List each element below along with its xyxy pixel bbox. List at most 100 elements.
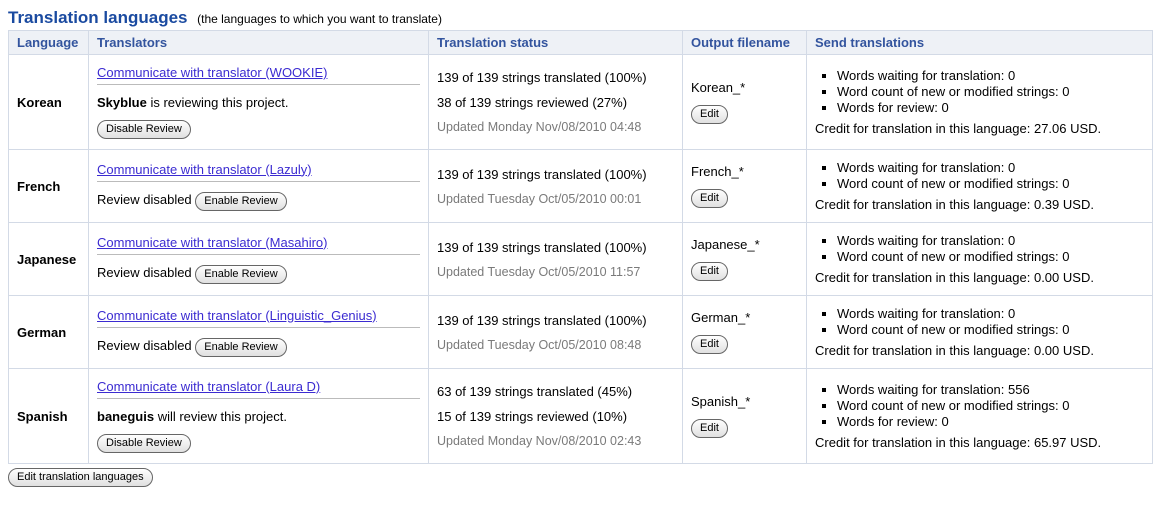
credit-line: Credit for translation in this language:… <box>815 270 1144 285</box>
status-cell: 139 of 139 strings translated (100%) Upda… <box>429 296 683 369</box>
credit-line: Credit for translation in this language:… <box>815 121 1144 136</box>
translators-cell: Communicate with translator (Lazuly) Revi… <box>89 150 429 223</box>
communicate-translator-link[interactable]: Communicate with translator (WOOKIE) <box>97 65 327 80</box>
enable-review-button[interactable]: Enable Review <box>195 192 286 211</box>
credit-line: Credit for translation in this language:… <box>815 435 1144 450</box>
status-line: 63 of 139 strings translated (45%) <box>437 384 674 399</box>
col-status: Translation status <box>429 31 683 55</box>
reviewer-text: baneguis will review this project. <box>97 409 420 424</box>
separator <box>97 327 420 328</box>
words-for-review-item: Words for review: 0 <box>837 100 1144 115</box>
credit-line: Credit for translation in this language:… <box>815 197 1144 212</box>
language-cell: Spanish <box>9 369 89 464</box>
separator <box>97 398 420 399</box>
words-waiting-item: Words waiting for translation: 0 <box>837 160 1144 175</box>
communicate-translator-link[interactable]: Communicate with translator (Masahiro) <box>97 235 327 250</box>
col-output: Output filename <box>683 31 807 55</box>
edit-output-button[interactable]: Edit <box>691 189 728 208</box>
status-line: 139 of 139 strings translated (100%) <box>437 313 674 328</box>
word-count-new-item: Word count of new or modified strings: 0 <box>837 322 1144 337</box>
review-disabled-text: Review disabled <box>97 192 195 207</box>
words-waiting-item: Words waiting for translation: 0 <box>837 68 1144 83</box>
page-subtitle: (the languages to which you want to tran… <box>197 12 442 26</box>
reviewer-suffix: is reviewing this project. <box>147 95 289 110</box>
status-updated: Updated Tuesday Oct/05/2010 08:48 <box>437 338 674 352</box>
status-line: 139 of 139 strings translated (100%) <box>437 70 674 85</box>
table-row: FrenchCommunicate with translator (Lazul… <box>9 150 1153 223</box>
edit-output-button[interactable]: Edit <box>691 419 728 438</box>
review-disabled-text: Review disabled <box>97 265 195 280</box>
communicate-translator-link[interactable]: Communicate with translator (Lazuly) <box>97 162 312 177</box>
status-line: 139 of 139 strings translated (100%) <box>437 167 674 182</box>
words-waiting-item: Words waiting for translation: 556 <box>837 382 1144 397</box>
edit-output-button[interactable]: Edit <box>691 105 728 124</box>
output-filename: Korean_* <box>691 80 798 95</box>
edit-output-button[interactable]: Edit <box>691 335 728 354</box>
output-filename: German_* <box>691 310 798 325</box>
language-cell: Japanese <box>9 223 89 296</box>
communicate-translator-link[interactable]: Communicate with translator (Laura D) <box>97 379 320 394</box>
page-header: Translation languages (the languages to … <box>8 8 1152 28</box>
table-row: KoreanCommunicate with translator (WOOKI… <box>9 55 1153 150</box>
language-cell: Korean <box>9 55 89 150</box>
word-count-new-item: Word count of new or modified strings: 0 <box>837 249 1144 264</box>
word-count-new-item: Word count of new or modified strings: 0 <box>837 84 1144 99</box>
send-list: Words waiting for translation: 0Word cou… <box>815 306 1144 337</box>
translation-languages-table: Language Translators Translation status … <box>8 30 1153 464</box>
words-waiting-item: Words waiting for translation: 0 <box>837 306 1144 321</box>
word-count-new-item: Word count of new or modified strings: 0 <box>837 398 1144 413</box>
separator <box>97 181 420 182</box>
table-row: Spanish Communicate with translator (Laur… <box>9 369 1153 464</box>
reviewer-text: Skyblue is reviewing this project. <box>97 95 420 110</box>
reviewer-name: Skyblue <box>97 95 147 110</box>
communicate-translator-link[interactable]: Communicate with translator (Linguistic_… <box>97 308 377 323</box>
reviewer-name: baneguis <box>97 409 154 424</box>
page-title: Translation languages <box>8 8 188 28</box>
status-line: 139 of 139 strings translated (100%) <box>437 240 674 255</box>
table-row: German Communicate with translator (Lingu… <box>9 296 1153 369</box>
separator <box>97 84 420 85</box>
send-cell: Words waiting for translation: 0Word cou… <box>807 223 1153 296</box>
output-filename: Japanese_* <box>691 237 798 252</box>
output-cell: Japanese_* Edit <box>683 223 807 296</box>
status-cell: 63 of 139 strings translated (45%) 15 of … <box>429 369 683 464</box>
disable-review-button[interactable]: Disable Review <box>97 434 191 453</box>
words-for-review-item: Words for review: 0 <box>837 414 1144 429</box>
send-cell: Words waiting for translation: 0Word cou… <box>807 296 1153 369</box>
language-cell: French <box>9 150 89 223</box>
reviewer-suffix: will review this project. <box>154 409 287 424</box>
translators-cell: Communicate with translator (WOOKIE) Skyb… <box>89 55 429 150</box>
output-cell: Spanish_*Edit <box>683 369 807 464</box>
col-translators: Translators <box>89 31 429 55</box>
separator <box>97 254 420 255</box>
disable-review-button[interactable]: Disable Review <box>97 120 191 139</box>
output-cell: Korean_* Edit <box>683 55 807 150</box>
send-list: Words waiting for translation: 0Word cou… <box>815 68 1144 115</box>
status-cell: 139 of 139 strings translated (100%) Upda… <box>429 150 683 223</box>
language-cell: German <box>9 296 89 369</box>
status-cell: 139 of 139 strings translated (100%) 38 o… <box>429 55 683 150</box>
translators-cell: Communicate with translator (Masahiro) Re… <box>89 223 429 296</box>
send-list: Words waiting for translation: 0Word cou… <box>815 233 1144 264</box>
col-send: Send translations <box>807 31 1153 55</box>
enable-review-button[interactable]: Enable Review <box>195 338 286 357</box>
edit-translation-languages-button[interactable]: Edit translation languages <box>8 468 153 487</box>
translators-cell: Communicate with translator (Linguistic_… <box>89 296 429 369</box>
send-cell: Words waiting for translation: 556Word c… <box>807 369 1153 464</box>
status-updated: Updated Monday Nov/08/2010 02:43 <box>437 434 674 448</box>
output-cell: French_* Edit <box>683 150 807 223</box>
status-line: 38 of 139 strings reviewed (27%) <box>437 95 674 110</box>
table-row: JapaneseCommunicate with translator (Mas… <box>9 223 1153 296</box>
words-waiting-item: Words waiting for translation: 0 <box>837 233 1144 248</box>
status-cell: 139 of 139 strings translated (100%)Upda… <box>429 223 683 296</box>
review-disabled-text: Review disabled <box>97 338 195 353</box>
send-cell: Words waiting for translation: 0Word cou… <box>807 150 1153 223</box>
col-language: Language <box>9 31 89 55</box>
output-cell: German_* Edit <box>683 296 807 369</box>
status-line: 15 of 139 strings reviewed (10%) <box>437 409 674 424</box>
status-updated: Updated Tuesday Oct/05/2010 00:01 <box>437 192 674 206</box>
enable-review-button[interactable]: Enable Review <box>195 265 286 284</box>
output-filename: French_* <box>691 164 798 179</box>
status-updated: Updated Monday Nov/08/2010 04:48 <box>437 120 674 134</box>
edit-output-button[interactable]: Edit <box>691 262 728 281</box>
